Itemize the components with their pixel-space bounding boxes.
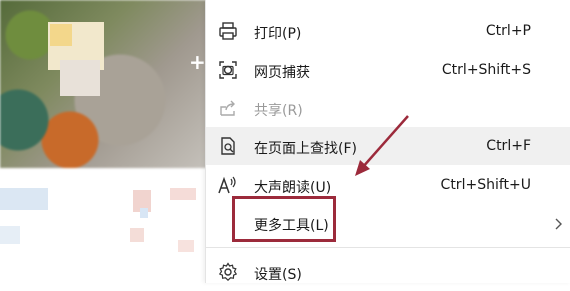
menu-item-find-on-page[interactable]: 在页面上查找(F) Ctrl+F — [206, 127, 570, 165]
menu-item-label: 共享(R) — [254, 103, 303, 119]
menu-item-print[interactable]: 打印(P) Ctrl+P — [206, 12, 570, 50]
plus-icon: + — [189, 50, 206, 74]
background-block — [178, 240, 194, 252]
share-icon — [220, 100, 235, 116]
menu-item-label: 网页捕获 — [254, 65, 310, 81]
menu-item-share: 共享(R) — [206, 89, 570, 127]
background-block — [140, 208, 148, 218]
background-image-block — [60, 60, 100, 96]
menu-separator — [206, 247, 570, 248]
menu-item-label: 在页面上查找(F) — [254, 141, 357, 157]
menu-item-shortcut: Ctrl+Shift+U — [440, 177, 531, 193]
read-aloud-icon — [218, 176, 236, 194]
printer-icon — [219, 22, 237, 40]
chevron-right-icon — [555, 218, 562, 230]
menu-item-label: 设置(S) — [254, 267, 302, 283]
menu-item-label: 打印(P) — [254, 26, 302, 42]
background-block — [0, 226, 20, 244]
background-image — [0, 0, 215, 168]
highlight-box — [232, 196, 336, 242]
page-background: + — [0, 0, 215, 283]
background-image-block — [50, 24, 72, 46]
background-block — [0, 188, 48, 210]
gear-icon — [218, 262, 238, 282]
background-block — [170, 188, 196, 200]
menu-item-shortcut: Ctrl+Shift+S — [441, 62, 531, 78]
menu-item-label: 大声朗读(U) — [254, 180, 332, 196]
background-block — [130, 228, 144, 242]
find-in-page-icon — [221, 137, 235, 155]
menu-item-settings[interactable]: 设置(S) — [206, 253, 570, 291]
menu-item-shortcut: Ctrl+F — [486, 138, 531, 154]
menu-item-shortcut: Ctrl+P — [485, 23, 531, 39]
screenshot-icon — [219, 61, 237, 79]
menu-item-web-capture[interactable]: 网页捕获 Ctrl+Shift+S — [206, 51, 570, 89]
